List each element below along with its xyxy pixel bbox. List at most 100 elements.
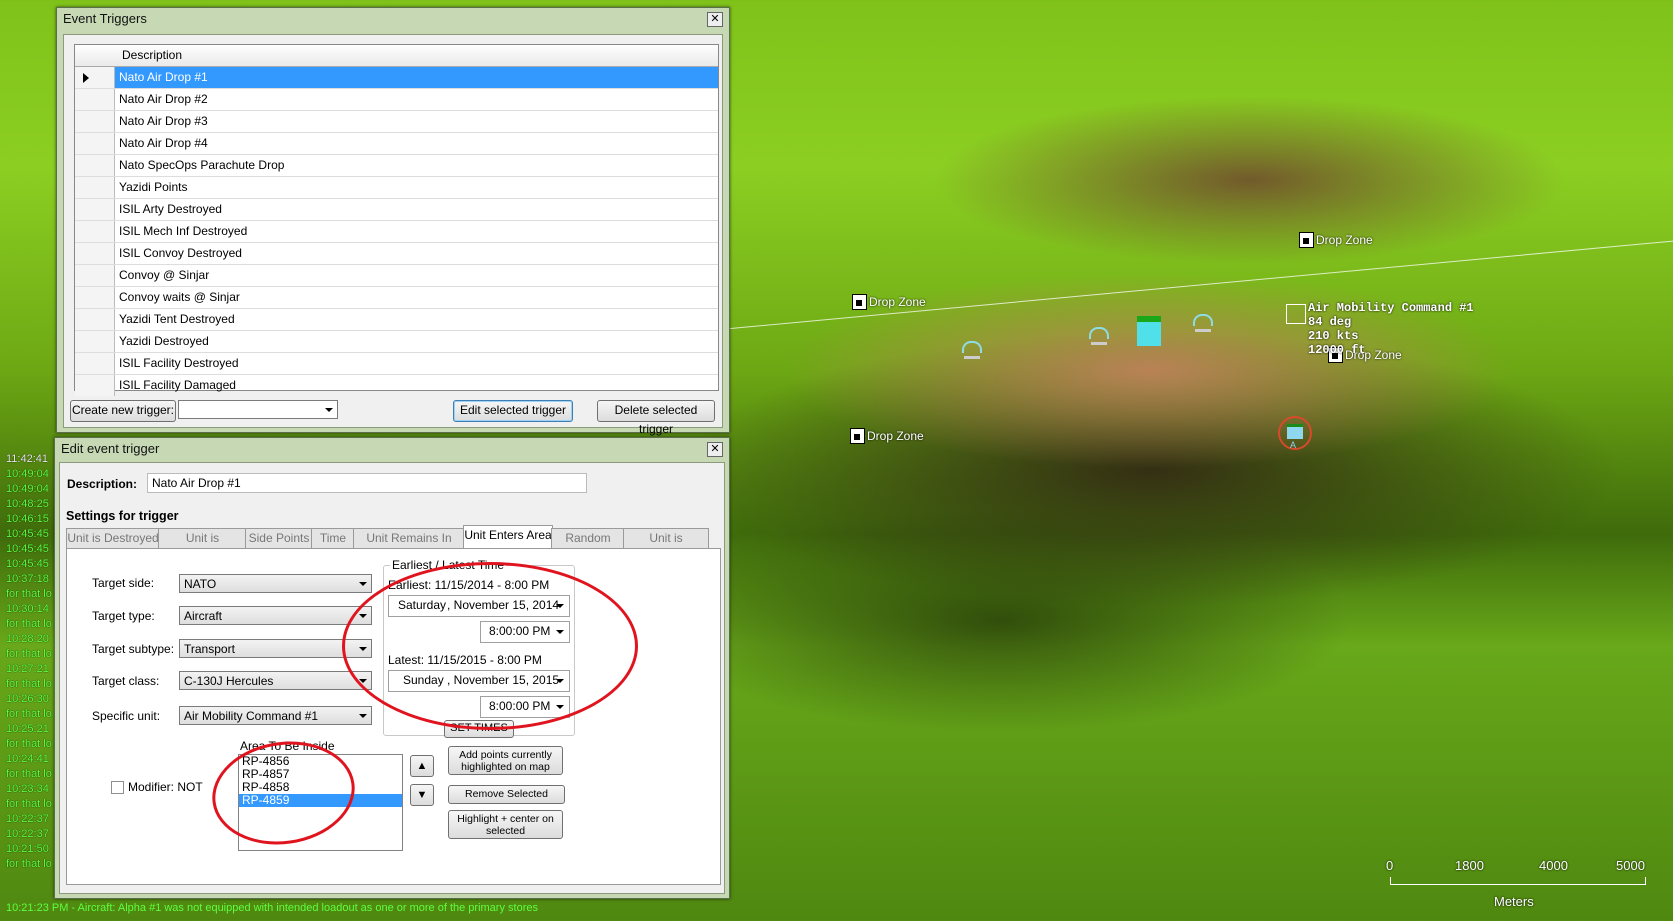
row-header[interactable] <box>75 155 115 176</box>
tab-side-points[interactable]: Side Points <box>245 528 313 548</box>
drop-zone-marker[interactable]: Drop Zone <box>1299 232 1373 248</box>
table-row[interactable]: ISIL Facility Damaged <box>75 375 718 396</box>
drop-zone-marker[interactable]: Drop Zone <box>850 428 924 444</box>
log-time: 11:42:41 <box>6 453 49 465</box>
target-side-select[interactable]: NATO <box>179 574 372 593</box>
tab-unit-remains-in-area[interactable]: Unit Remains In Area <box>353 528 465 564</box>
modifier-not-label: Modifier: NOT <box>128 780 203 794</box>
tab-random-time[interactable]: Random Time <box>551 528 625 564</box>
add-highlighted-points-button[interactable]: Add points currently highlighted on map <box>448 746 563 775</box>
target-side-label: Target side: <box>92 576 155 590</box>
tab-unit-is-damaged[interactable]: Unit is Damaged <box>158 528 247 564</box>
tab-unit-is-detected[interactable]: Unit is Detected <box>623 528 709 564</box>
row-header[interactable] <box>75 89 115 110</box>
table-row[interactable]: ISIL Arty Destroyed <box>75 199 718 221</box>
create-new-trigger-button[interactable]: Create new trigger: <box>70 400 176 422</box>
edit-selected-trigger-button[interactable]: Edit selected trigger <box>453 400 573 422</box>
drop-zone-label: Drop Zone <box>869 295 926 309</box>
row-header[interactable] <box>75 353 115 374</box>
table-row[interactable]: Nato Air Drop #4 <box>75 133 718 155</box>
table-row[interactable]: Yazidi Destroyed <box>75 331 718 353</box>
close-icon[interactable]: ✕ <box>707 442 723 457</box>
waypoint-icon[interactable] <box>1193 314 1213 332</box>
modifier-not-checkbox[interactable] <box>111 781 124 794</box>
row-header[interactable] <box>75 177 115 198</box>
log-time: 10:45:45 <box>6 528 49 540</box>
table-row[interactable]: Convoy @ Sinjar <box>75 265 718 287</box>
target-class-select[interactable]: C-130J Hercules <box>179 671 372 690</box>
row-description: Nato Air Drop #2 <box>119 92 208 106</box>
table-row[interactable]: ISIL Convoy Destroyed <box>75 243 718 265</box>
table-row[interactable]: Yazidi Tent Destroyed <box>75 309 718 331</box>
table-row[interactable]: Nato Air Drop #2 <box>75 89 718 111</box>
row-header[interactable] <box>75 67 115 88</box>
row-header[interactable] <box>75 331 115 352</box>
trigger-type-select[interactable] <box>178 400 338 419</box>
settings-heading: Settings for trigger <box>66 509 179 523</box>
table-row[interactable]: Convoy waits @ Sinjar <box>75 287 718 309</box>
table-row[interactable]: Nato SpecOps Parachute Drop <box>75 155 718 177</box>
row-description: ISIL Mech Inf Destroyed <box>119 224 248 238</box>
delete-selected-trigger-button[interactable]: Delete selected trigger <box>597 400 715 436</box>
row-header[interactable] <box>75 111 115 132</box>
move-down-button[interactable]: ▼ <box>410 784 434 806</box>
log-time: 10:28:20 <box>6 633 49 645</box>
specific-unit-value: Air Mobility Command #1 <box>184 709 319 723</box>
tab-unit-is-destroyed[interactable]: Unit is Destroyed <box>66 528 160 548</box>
enemy-unit-marker[interactable]: A <box>1278 416 1312 450</box>
lock-icon <box>852 294 867 310</box>
table-row[interactable]: ISIL Mech Inf Destroyed <box>75 221 718 243</box>
row-header[interactable] <box>75 375 115 396</box>
tab-unit-enters-area[interactable]: Unit Enters Area <box>463 525 553 549</box>
target-type-select[interactable]: Aircraft <box>179 606 372 625</box>
column-header-description[interactable]: Description <box>122 45 182 66</box>
aircraft-name: Air Mobility Command #1 <box>1308 301 1474 315</box>
waypoint-icon[interactable] <box>962 341 982 359</box>
lock-icon <box>1299 232 1314 248</box>
scale-tick: 1800 <box>1455 858 1484 873</box>
table-row[interactable]: Yazidi Points <box>75 177 718 199</box>
close-icon[interactable]: ✕ <box>707 12 723 27</box>
scale-tick: 5000 <box>1616 858 1645 873</box>
row-header[interactable] <box>75 243 115 264</box>
table-row[interactable]: Nato Air Drop #3 <box>75 111 718 133</box>
row-description: Yazidi Points <box>119 180 188 194</box>
arrow-down-icon: ▼ <box>416 789 428 801</box>
aircraft-icon[interactable] <box>1286 304 1306 324</box>
highlight-center-button[interactable]: Highlight + center on selected <box>448 810 563 839</box>
row-header[interactable] <box>75 133 115 154</box>
arrow-up-icon: ▲ <box>416 760 428 772</box>
row-header[interactable] <box>75 287 115 308</box>
log-time: 10:21:50 <box>6 843 49 855</box>
scale-tick: 0 <box>1386 858 1394 873</box>
move-up-button[interactable]: ▲ <box>410 755 434 777</box>
row-header[interactable] <box>75 265 115 286</box>
table-row[interactable]: ISIL Facility Destroyed <box>75 353 718 375</box>
window-title: Edit event trigger <box>61 441 160 456</box>
target-subtype-value: Transport <box>184 642 235 656</box>
chevron-down-icon <box>359 714 367 718</box>
log-time: 10:24:41 <box>6 753 49 765</box>
log-text: for that lo <box>6 708 52 720</box>
drop-zone-marker[interactable]: Drop Zone <box>852 294 926 310</box>
row-header[interactable] <box>75 199 115 220</box>
row-header[interactable] <box>75 309 115 330</box>
chevron-down-icon <box>359 582 367 586</box>
tab-time[interactable]: Time <box>311 528 355 548</box>
target-class-label: Target class: <box>92 674 160 688</box>
log-time: 10:27:21 <box>6 663 49 675</box>
transport-unit-icon[interactable] <box>1137 316 1161 346</box>
description-input[interactable]: Nato Air Drop #1 <box>147 473 587 493</box>
triggers-table[interactable]: Description Nato Air Drop #1 Nato Air Dr… <box>74 44 719 396</box>
log-text: for that lo <box>6 738 52 750</box>
specific-unit-select[interactable]: Air Mobility Command #1 <box>179 706 372 725</box>
scale-tick: 4000 <box>1539 858 1568 873</box>
waypoint-icon[interactable] <box>1089 327 1109 345</box>
table-row[interactable]: Nato Air Drop #1 <box>75 67 718 89</box>
remove-selected-button[interactable]: Remove Selected <box>448 785 565 804</box>
row-description: Nato Air Drop #4 <box>119 136 208 150</box>
log-time: 10:22:37 <box>6 828 49 840</box>
log-time: 10:48:25 <box>6 498 49 510</box>
row-header[interactable] <box>75 221 115 242</box>
log-time: 10:49:04 <box>6 483 49 495</box>
